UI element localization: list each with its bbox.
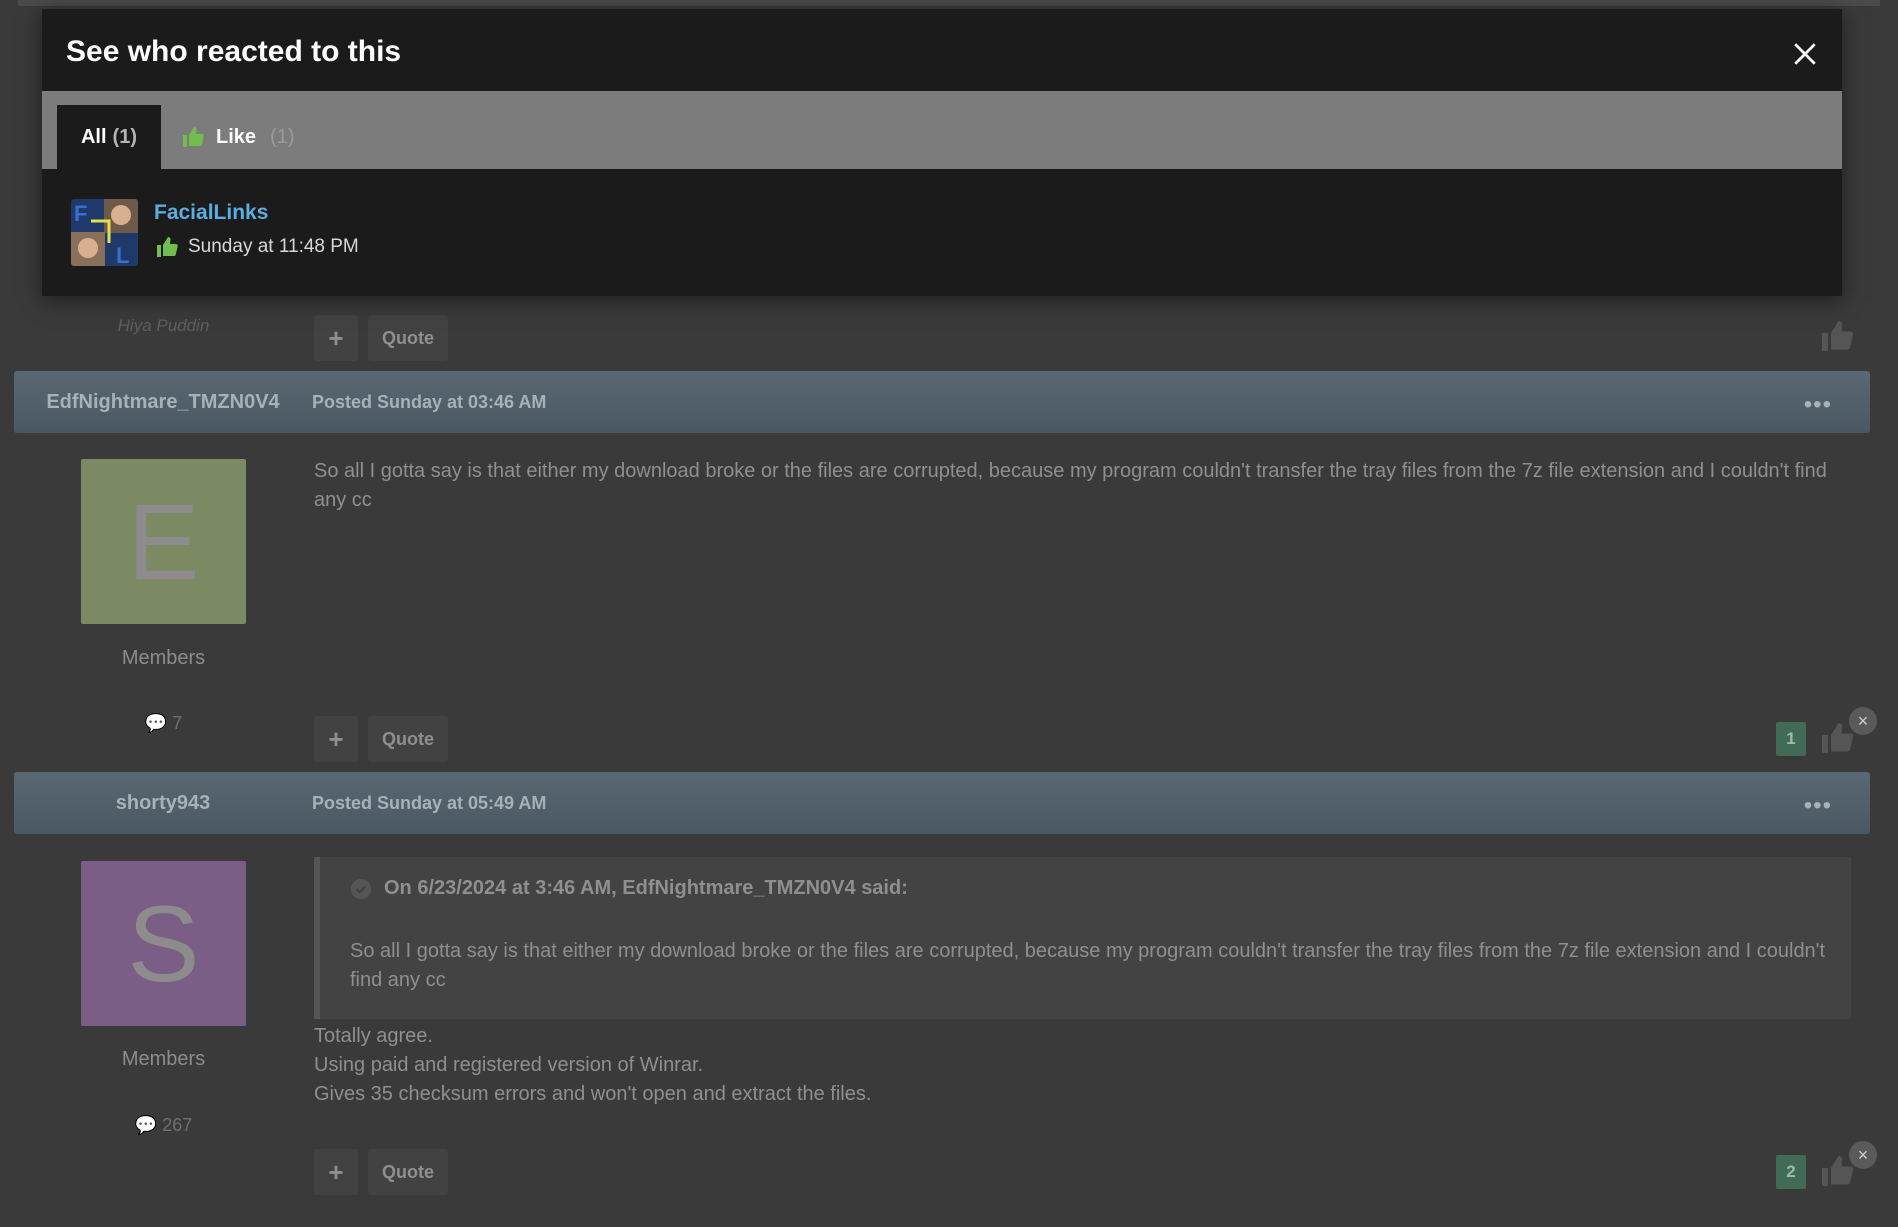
quote-citation[interactable]: On 6/23/2024 at 3:46 AM, EdfNightmare_TM… [350,877,908,900]
previous-post-signature: Hiya Puddin [117,316,210,335]
like-icon [157,237,178,257]
multiquote-add-button[interactable]: + [314,1149,358,1195]
post-count: 💬 7 [144,713,183,733]
close-icon[interactable] [1792,41,1818,67]
like-icon [183,127,204,147]
reactions-modal: See who reacted to this All (1) Like (1)… [42,9,1842,296]
quote-button[interactable]: Quote [368,716,448,762]
post-author-name[interactable]: shorty943 [14,792,312,815]
tab-all[interactable]: All (1) [57,105,161,169]
comment-icon: 💬 [144,713,168,733]
previous-post-strip [18,0,1880,6]
avatar[interactable]: E [81,459,246,624]
post-header: shorty943 Posted Sunday at 05:49 AM ••• [14,772,1870,834]
reaction-count-badge[interactable]: 1 [1776,722,1806,756]
reaction-count-badge[interactable]: 2 [1776,1155,1806,1189]
svg-text:F: F [74,201,87,226]
reply-line: Totally agree. [314,1025,433,1047]
check-circle-icon [350,878,372,899]
reply-line: Using paid and registered version of Win… [314,1054,704,1076]
reactor-avatar[interactable]: F L [71,199,138,266]
tab-like[interactable]: Like (1) [180,105,294,169]
svg-text:L: L [116,243,129,266]
multiquote-add-button[interactable]: + [314,716,358,762]
post-content: So all I gotta say is that either my dow… [314,460,1827,511]
remove-reaction-icon[interactable]: × [1849,707,1877,735]
remove-reaction-icon[interactable]: × [1849,1141,1877,1169]
post-count: 💬 267 [134,1115,193,1135]
quoted-post: On 6/23/2024 at 3:46 AM, EdfNightmare_TM… [314,857,1851,1019]
prev-post-quote-button[interactable]: Quote [368,315,448,361]
post-more-menu-icon[interactable]: ••• [1804,391,1832,419]
post-header: EdfNightmare_TMZN0V4 Posted Sunday at 03… [14,371,1870,433]
comment-icon: 💬 [134,1115,158,1135]
prev-post-like-icon[interactable] [1818,318,1856,354]
avatar[interactable]: S [81,861,246,1026]
member-group: Members [121,1048,206,1070]
post-date[interactable]: Posted Sunday at 03:46 AM [312,392,546,413]
member-group: Members [121,647,206,669]
prev-post-add-button[interactable]: + [314,315,358,361]
post-more-menu-icon[interactable]: ••• [1804,792,1832,820]
post-date[interactable]: Posted Sunday at 05:49 AM [312,793,546,814]
post-content: Totally agree. Using paid and registered… [314,1022,871,1109]
post-author-name[interactable]: EdfNightmare_TMZN0V4 [14,391,312,414]
reactor-name-link[interactable]: FacialLinks [154,201,268,225]
reply-line: Gives 35 checksum errors and won't open … [314,1083,872,1105]
reaction-tabs: All (1) Like (1) [42,91,1842,169]
reaction-time: Sunday at 11:48 PM [154,235,359,259]
quote-text: So all I gotta say is that either my dow… [350,940,1826,991]
modal-title: See who reacted to this [66,35,402,68]
quote-button[interactable]: Quote [368,1149,448,1195]
